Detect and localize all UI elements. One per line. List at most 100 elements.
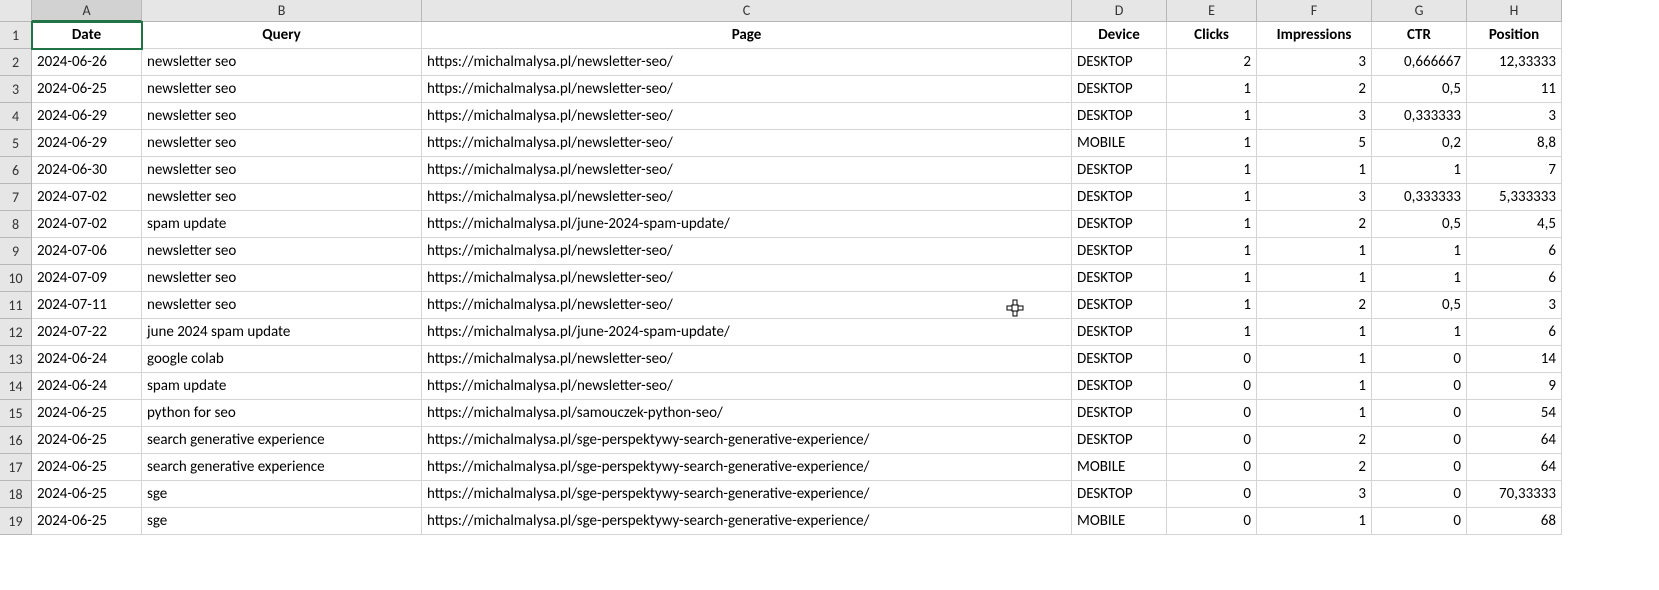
data-cell[interactable]: DESKTOP <box>1072 265 1167 292</box>
data-cell[interactable]: 2 <box>1257 76 1372 103</box>
data-cell[interactable]: https://michalmalysa.pl/samouczek-python… <box>422 400 1072 427</box>
data-cell[interactable]: google colab <box>142 346 422 373</box>
data-cell[interactable]: https://michalmalysa.pl/newsletter-seo/ <box>422 238 1072 265</box>
data-cell[interactable]: 64 <box>1467 454 1562 481</box>
column-header-E[interactable]: E <box>1167 0 1257 22</box>
data-cell[interactable]: https://michalmalysa.pl/newsletter-seo/ <box>422 130 1072 157</box>
data-cell[interactable]: newsletter seo <box>142 130 422 157</box>
data-cell[interactable]: 14 <box>1467 346 1562 373</box>
data-cell[interactable]: 2024-06-25 <box>32 481 142 508</box>
data-cell[interactable]: 2024-06-25 <box>32 400 142 427</box>
data-cell[interactable]: 2024-06-26 <box>32 49 142 76</box>
data-cell[interactable]: 1 <box>1257 373 1372 400</box>
data-cell[interactable]: 1 <box>1257 265 1372 292</box>
data-cell[interactable]: 1 <box>1372 319 1467 346</box>
data-cell[interactable]: newsletter seo <box>142 76 422 103</box>
row-header-9[interactable]: 9 <box>0 238 32 265</box>
header-cell-D[interactable]: Device <box>1072 22 1167 49</box>
data-cell[interactable]: 1 <box>1257 400 1372 427</box>
data-cell[interactable]: 5 <box>1257 130 1372 157</box>
row-header-2[interactable]: 2 <box>0 49 32 76</box>
header-cell-A[interactable]: Date <box>32 22 142 49</box>
data-cell[interactable]: 0 <box>1372 454 1467 481</box>
data-cell[interactable]: 0 <box>1372 346 1467 373</box>
data-cell[interactable]: https://michalmalysa.pl/newsletter-seo/ <box>422 346 1072 373</box>
row-header-8[interactable]: 8 <box>0 211 32 238</box>
data-cell[interactable]: 0 <box>1167 454 1257 481</box>
data-cell[interactable]: https://michalmalysa.pl/newsletter-seo/ <box>422 157 1072 184</box>
data-cell[interactable]: 3 <box>1257 184 1372 211</box>
data-cell[interactable]: https://michalmalysa.pl/newsletter-seo/ <box>422 76 1072 103</box>
header-cell-E[interactable]: Clicks <box>1167 22 1257 49</box>
data-cell[interactable]: 1 <box>1167 319 1257 346</box>
data-cell[interactable]: 1 <box>1167 76 1257 103</box>
data-cell[interactable]: search generative experience <box>142 454 422 481</box>
data-cell[interactable]: 2024-07-11 <box>32 292 142 319</box>
data-cell[interactable]: 3 <box>1467 103 1562 130</box>
data-cell[interactable]: DESKTOP <box>1072 346 1167 373</box>
data-cell[interactable]: 2024-07-06 <box>32 238 142 265</box>
data-cell[interactable]: 0,333333 <box>1372 184 1467 211</box>
data-cell[interactable]: https://michalmalysa.pl/sge-perspektywy-… <box>422 454 1072 481</box>
data-cell[interactable]: DESKTOP <box>1072 211 1167 238</box>
data-cell[interactable]: newsletter seo <box>142 265 422 292</box>
data-cell[interactable]: 6 <box>1467 265 1562 292</box>
data-cell[interactable]: 4,5 <box>1467 211 1562 238</box>
data-cell[interactable]: 5,333333 <box>1467 184 1562 211</box>
data-cell[interactable]: 0 <box>1372 481 1467 508</box>
column-header-A[interactable]: A <box>32 0 142 22</box>
data-cell[interactable]: 3 <box>1467 292 1562 319</box>
data-cell[interactable]: 1 <box>1257 346 1372 373</box>
data-cell[interactable]: DESKTOP <box>1072 157 1167 184</box>
row-header-5[interactable]: 5 <box>0 130 32 157</box>
spreadsheet-grid[interactable]: ABCDEFGH1DateQueryPageDeviceClicksImpres… <box>0 0 1659 535</box>
row-header-10[interactable]: 10 <box>0 265 32 292</box>
data-cell[interactable]: 0,666667 <box>1372 49 1467 76</box>
data-cell[interactable]: 0,5 <box>1372 292 1467 319</box>
row-header-15[interactable]: 15 <box>0 400 32 427</box>
data-cell[interactable]: 0 <box>1167 427 1257 454</box>
data-cell[interactable]: 1 <box>1167 238 1257 265</box>
data-cell[interactable]: 0,5 <box>1372 76 1467 103</box>
data-cell[interactable]: 1 <box>1257 508 1372 535</box>
data-cell[interactable]: 1 <box>1167 103 1257 130</box>
data-cell[interactable]: 0 <box>1167 400 1257 427</box>
header-cell-C[interactable]: Page <box>422 22 1072 49</box>
data-cell[interactable]: 2 <box>1257 292 1372 319</box>
data-cell[interactable]: newsletter seo <box>142 238 422 265</box>
data-cell[interactable]: 2024-06-30 <box>32 157 142 184</box>
data-cell[interactable]: https://michalmalysa.pl/newsletter-seo/ <box>422 373 1072 400</box>
data-cell[interactable]: 1 <box>1167 157 1257 184</box>
row-header-3[interactable]: 3 <box>0 76 32 103</box>
data-cell[interactable]: 70,33333 <box>1467 481 1562 508</box>
data-cell[interactable]: 9 <box>1467 373 1562 400</box>
data-cell[interactable]: DESKTOP <box>1072 184 1167 211</box>
data-cell[interactable]: 1 <box>1257 157 1372 184</box>
data-cell[interactable]: spam update <box>142 211 422 238</box>
data-cell[interactable]: 2024-06-24 <box>32 346 142 373</box>
row-header-6[interactable]: 6 <box>0 157 32 184</box>
data-cell[interactable]: 0,2 <box>1372 130 1467 157</box>
data-cell[interactable]: DESKTOP <box>1072 427 1167 454</box>
data-cell[interactable]: 3 <box>1257 103 1372 130</box>
row-header-16[interactable]: 16 <box>0 427 32 454</box>
data-cell[interactable]: 2024-06-25 <box>32 454 142 481</box>
column-header-G[interactable]: G <box>1372 0 1467 22</box>
data-cell[interactable]: DESKTOP <box>1072 319 1167 346</box>
data-cell[interactable]: DESKTOP <box>1072 49 1167 76</box>
data-cell[interactable]: 0 <box>1167 373 1257 400</box>
data-cell[interactable]: 1 <box>1167 184 1257 211</box>
header-cell-G[interactable]: CTR <box>1372 22 1467 49</box>
row-header-18[interactable]: 18 <box>0 481 32 508</box>
data-cell[interactable]: 3 <box>1257 49 1372 76</box>
data-cell[interactable]: 2 <box>1257 454 1372 481</box>
data-cell[interactable]: 2024-06-29 <box>32 130 142 157</box>
data-cell[interactable]: newsletter seo <box>142 157 422 184</box>
data-cell[interactable]: newsletter seo <box>142 292 422 319</box>
data-cell[interactable]: 0,333333 <box>1372 103 1467 130</box>
data-cell[interactable]: newsletter seo <box>142 103 422 130</box>
row-header-4[interactable]: 4 <box>0 103 32 130</box>
data-cell[interactable]: 12,33333 <box>1467 49 1562 76</box>
row-header-12[interactable]: 12 <box>0 319 32 346</box>
data-cell[interactable]: https://michalmalysa.pl/newsletter-seo/ <box>422 292 1072 319</box>
